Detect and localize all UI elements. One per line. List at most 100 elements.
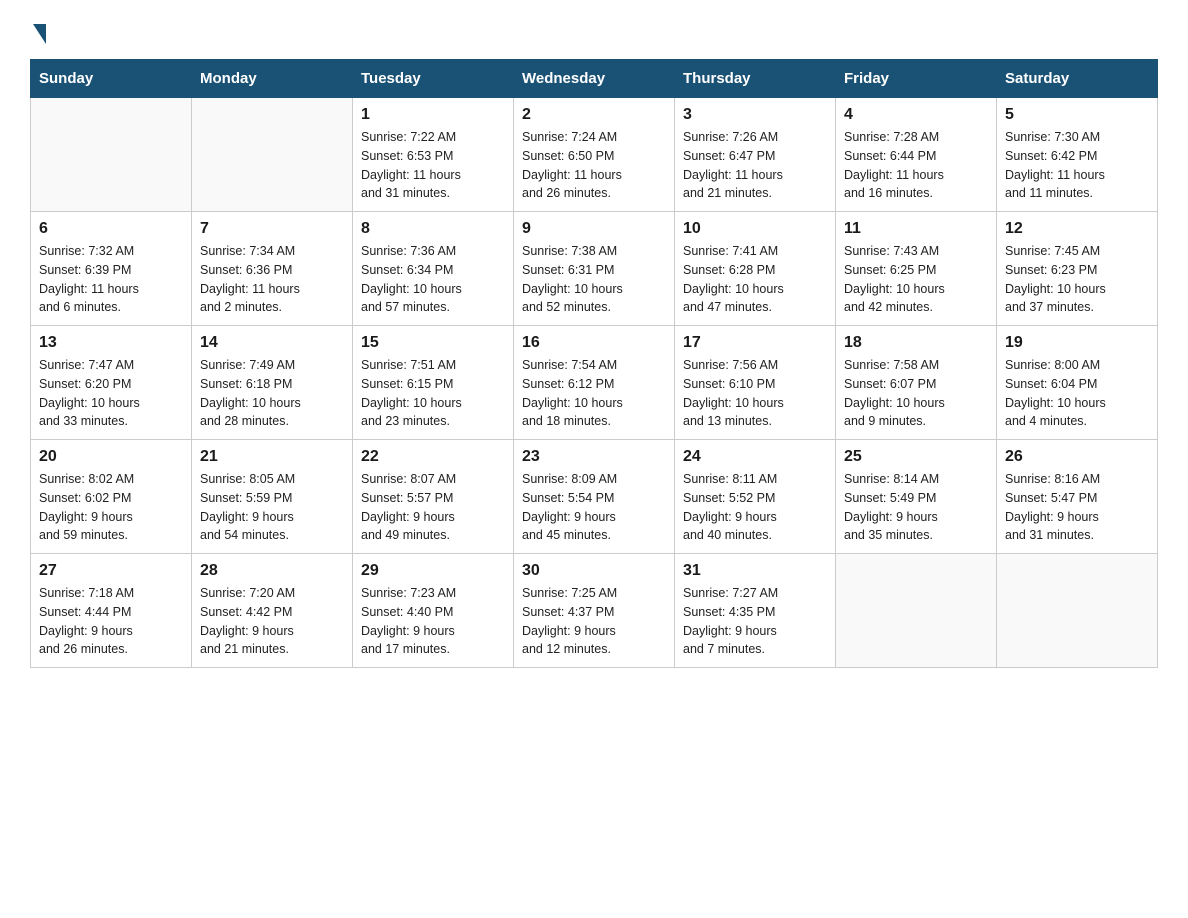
day-number: 18 — [844, 334, 988, 352]
day-number: 10 — [683, 220, 827, 238]
calendar-cell: 18 Sunrise: 7:58 AM Sunset: 6:07 PM Dayli… — [836, 326, 997, 440]
calendar-cell: 20Sunrise: 8:02 AM Sunset: 6:02 PM Dayli… — [31, 440, 192, 554]
day-number: 25 — [844, 448, 988, 466]
day-number: 14 — [200, 334, 344, 352]
day-info: Sunrise: 7:56 AM Sunset: 6:10 PM Dayligh… — [683, 356, 827, 431]
day-info: Sunrise: 7:30 AM Sunset: 6:42 PM Dayligh… — [1005, 128, 1149, 203]
day-info: Sunrise: 7:54 AM Sunset: 6:12 PM Dayligh… — [522, 356, 666, 431]
day-number: 13 — [39, 334, 183, 352]
day-info: Sunrise: 8:09 AM Sunset: 5:54 PM Dayligh… — [522, 470, 666, 545]
day-number: 21 — [200, 448, 344, 466]
day-number: 1 — [361, 106, 505, 124]
day-info: Sunrise: 7:51 AM Sunset: 6:15 PM Dayligh… — [361, 356, 505, 431]
day-info: Sunrise: 7:27 AM Sunset: 4:35 PM Dayligh… — [683, 584, 827, 659]
calendar-cell: 5 Sunrise: 7:30 AM Sunset: 6:42 PM Daylig… — [997, 98, 1158, 212]
calendar-cell: 30Sunrise: 7:25 AM Sunset: 4:37 PM Dayli… — [514, 554, 675, 668]
day-info: Sunrise: 7:58 AM Sunset: 6:07 PM Dayligh… — [844, 356, 988, 431]
day-info: Sunrise: 7:47 AM Sunset: 6:20 PM Dayligh… — [39, 356, 183, 431]
day-info: Sunrise: 7:41 AM Sunset: 6:28 PM Dayligh… — [683, 242, 827, 317]
calendar-cell: 23 Sunrise: 8:09 AM Sunset: 5:54 PM Dayli… — [514, 440, 675, 554]
calendar-cell: 9 Sunrise: 7:38 AM Sunset: 6:31 PM Daylig… — [514, 212, 675, 326]
day-number: 3 — [683, 106, 827, 124]
day-info: Sunrise: 8:05 AM Sunset: 5:59 PM Dayligh… — [200, 470, 344, 545]
day-header-tuesday: Tuesday — [353, 60, 514, 98]
day-header-thursday: Thursday — [675, 60, 836, 98]
day-info: Sunrise: 7:22 AM Sunset: 6:53 PM Dayligh… — [361, 128, 505, 203]
calendar-table: SundayMondayTuesdayWednesdayThursdayFrid… — [30, 59, 1158, 668]
day-info: Sunrise: 8:14 AM Sunset: 5:49 PM Dayligh… — [844, 470, 988, 545]
day-number: 7 — [200, 220, 344, 238]
day-info: Sunrise: 7:32 AM Sunset: 6:39 PM Dayligh… — [39, 242, 183, 317]
day-number: 24 — [683, 448, 827, 466]
calendar-cell: 27 Sunrise: 7:18 AM Sunset: 4:44 PM Dayli… — [31, 554, 192, 668]
day-header-friday: Friday — [836, 60, 997, 98]
day-number: 31 — [683, 562, 827, 580]
day-info: Sunrise: 7:49 AM Sunset: 6:18 PM Dayligh… — [200, 356, 344, 431]
calendar-cell: 15 Sunrise: 7:51 AM Sunset: 6:15 PM Dayli… — [353, 326, 514, 440]
day-number: 9 — [522, 220, 666, 238]
day-number: 29 — [361, 562, 505, 580]
day-header-sunday: Sunday — [31, 60, 192, 98]
calendar-cell — [31, 98, 192, 212]
day-number: 16 — [522, 334, 666, 352]
calendar-week-1: 1 Sunrise: 7:22 AM Sunset: 6:53 PM Daylig… — [31, 98, 1158, 212]
day-info: Sunrise: 7:36 AM Sunset: 6:34 PM Dayligh… — [361, 242, 505, 317]
day-number: 26 — [1005, 448, 1149, 466]
day-info: Sunrise: 7:28 AM Sunset: 6:44 PM Dayligh… — [844, 128, 988, 203]
calendar-header-row: SundayMondayTuesdayWednesdayThursdayFrid… — [31, 60, 1158, 98]
day-number: 15 — [361, 334, 505, 352]
calendar-cell: 3 Sunrise: 7:26 AM Sunset: 6:47 PM Daylig… — [675, 98, 836, 212]
calendar-cell: 6 Sunrise: 7:32 AM Sunset: 6:39 PM Daylig… — [31, 212, 192, 326]
day-info: Sunrise: 7:20 AM Sunset: 4:42 PM Dayligh… — [200, 584, 344, 659]
calendar-cell: 16 Sunrise: 7:54 AM Sunset: 6:12 PM Dayli… — [514, 326, 675, 440]
day-info: Sunrise: 7:23 AM Sunset: 4:40 PM Dayligh… — [361, 584, 505, 659]
day-number: 11 — [844, 220, 988, 238]
day-number: 27 — [39, 562, 183, 580]
day-header-monday: Monday — [192, 60, 353, 98]
day-number: 19 — [1005, 334, 1149, 352]
day-info: Sunrise: 7:25 AM Sunset: 4:37 PM Dayligh… — [522, 584, 666, 659]
day-info: Sunrise: 8:11 AM Sunset: 5:52 PM Dayligh… — [683, 470, 827, 545]
calendar-cell: 21 Sunrise: 8:05 AM Sunset: 5:59 PM Dayli… — [192, 440, 353, 554]
day-number: 17 — [683, 334, 827, 352]
calendar-week-3: 13 Sunrise: 7:47 AM Sunset: 6:20 PM Dayli… — [31, 326, 1158, 440]
day-info: Sunrise: 7:34 AM Sunset: 6:36 PM Dayligh… — [200, 242, 344, 317]
day-number: 8 — [361, 220, 505, 238]
calendar-cell: 8 Sunrise: 7:36 AM Sunset: 6:34 PM Daylig… — [353, 212, 514, 326]
day-header-saturday: Saturday — [997, 60, 1158, 98]
calendar-cell: 25 Sunrise: 8:14 AM Sunset: 5:49 PM Dayli… — [836, 440, 997, 554]
logo-triangle-icon — [33, 24, 46, 44]
day-info: Sunrise: 8:07 AM Sunset: 5:57 PM Dayligh… — [361, 470, 505, 545]
day-info: Sunrise: 8:00 AM Sunset: 6:04 PM Dayligh… — [1005, 356, 1149, 431]
calendar-cell: 12 Sunrise: 7:45 AM Sunset: 6:23 PM Dayli… — [997, 212, 1158, 326]
calendar-cell: 14 Sunrise: 7:49 AM Sunset: 6:18 PM Dayli… — [192, 326, 353, 440]
calendar-cell: 4Sunrise: 7:28 AM Sunset: 6:44 PM Daylig… — [836, 98, 997, 212]
day-info: Sunrise: 8:16 AM Sunset: 5:47 PM Dayligh… — [1005, 470, 1149, 545]
calendar-cell: 31 Sunrise: 7:27 AM Sunset: 4:35 PM Dayli… — [675, 554, 836, 668]
calendar-cell: 7 Sunrise: 7:34 AM Sunset: 6:36 PM Daylig… — [192, 212, 353, 326]
calendar-cell: 19 Sunrise: 8:00 AM Sunset: 6:04 PM Dayli… — [997, 326, 1158, 440]
calendar-cell: 26 Sunrise: 8:16 AM Sunset: 5:47 PM Dayli… — [997, 440, 1158, 554]
calendar-cell — [836, 554, 997, 668]
calendar-cell: 28Sunrise: 7:20 AM Sunset: 4:42 PM Dayli… — [192, 554, 353, 668]
day-header-wednesday: Wednesday — [514, 60, 675, 98]
calendar-cell — [192, 98, 353, 212]
day-number: 12 — [1005, 220, 1149, 238]
day-info: Sunrise: 7:18 AM Sunset: 4:44 PM Dayligh… — [39, 584, 183, 659]
day-number: 22 — [361, 448, 505, 466]
day-info: Sunrise: 7:43 AM Sunset: 6:25 PM Dayligh… — [844, 242, 988, 317]
calendar-week-4: 20Sunrise: 8:02 AM Sunset: 6:02 PM Dayli… — [31, 440, 1158, 554]
day-number: 6 — [39, 220, 183, 238]
day-info: Sunrise: 7:38 AM Sunset: 6:31 PM Dayligh… — [522, 242, 666, 317]
calendar-week-5: 27 Sunrise: 7:18 AM Sunset: 4:44 PM Dayli… — [31, 554, 1158, 668]
calendar-cell: 24 Sunrise: 8:11 AM Sunset: 5:52 PM Dayli… — [675, 440, 836, 554]
day-number: 5 — [1005, 106, 1149, 124]
day-number: 2 — [522, 106, 666, 124]
calendar-cell: 29 Sunrise: 7:23 AM Sunset: 4:40 PM Dayli… — [353, 554, 514, 668]
day-info: Sunrise: 7:45 AM Sunset: 6:23 PM Dayligh… — [1005, 242, 1149, 317]
calendar-cell: 1 Sunrise: 7:22 AM Sunset: 6:53 PM Daylig… — [353, 98, 514, 212]
logo — [30, 20, 46, 44]
calendar-cell — [997, 554, 1158, 668]
day-number: 23 — [522, 448, 666, 466]
day-info: Sunrise: 7:26 AM Sunset: 6:47 PM Dayligh… — [683, 128, 827, 203]
